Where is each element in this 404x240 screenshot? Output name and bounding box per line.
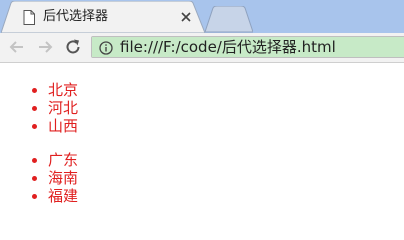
- list-item: 海南: [0, 169, 78, 187]
- tab-title: 后代选择器: [43, 9, 109, 24]
- city-list-2: 广东 海南 福建: [0, 151, 78, 205]
- bullet-icon: [32, 176, 37, 181]
- forward-arrow-icon[interactable]: [36, 38, 54, 56]
- url-text[interactable]: file:///F:/code/后代选择器.html: [120, 38, 336, 56]
- address-bar[interactable]: file:///F:/code/后代选择器.html: [91, 36, 404, 58]
- bullet-icon: [32, 124, 37, 129]
- new-tab-button[interactable]: [205, 6, 253, 33]
- minimize-button[interactable]: [322, 0, 350, 20]
- close-icon[interactable]: [180, 11, 192, 23]
- bullet-icon: [32, 106, 37, 111]
- bullet-icon: [32, 88, 37, 93]
- list-item: 河北: [0, 99, 78, 117]
- maximize-button[interactable]: [350, 0, 378, 20]
- address-highlight: file:///F:/code/后代选择器.html: [92, 37, 404, 57]
- page-content: 北京 河北 山西 广东 海南 福建: [0, 63, 404, 219]
- bullet-icon: [32, 194, 37, 199]
- browser-window: 后代选择器 file:///F:/code/后代选择器.html 北京 河北 山…: [0, 0, 404, 219]
- bullet-icon: [32, 158, 37, 163]
- reload-icon[interactable]: [64, 38, 82, 56]
- list-item: 山西: [0, 117, 78, 135]
- info-icon[interactable]: [99, 40, 113, 55]
- tab-active[interactable]: 后代选择器: [1, 1, 205, 33]
- toolbar: file:///F:/code/后代选择器.html: [0, 33, 404, 63]
- list-item: 福建: [0, 187, 78, 205]
- list-item: 广东: [0, 151, 78, 169]
- list-item: 北京: [0, 81, 78, 99]
- tab-strip: 后代选择器: [0, 0, 404, 33]
- window-close-button[interactable]: [378, 0, 404, 20]
- city-list-1: 北京 河北 山西: [0, 81, 78, 135]
- back-arrow-icon[interactable]: [8, 38, 26, 56]
- page-icon: [23, 10, 35, 25]
